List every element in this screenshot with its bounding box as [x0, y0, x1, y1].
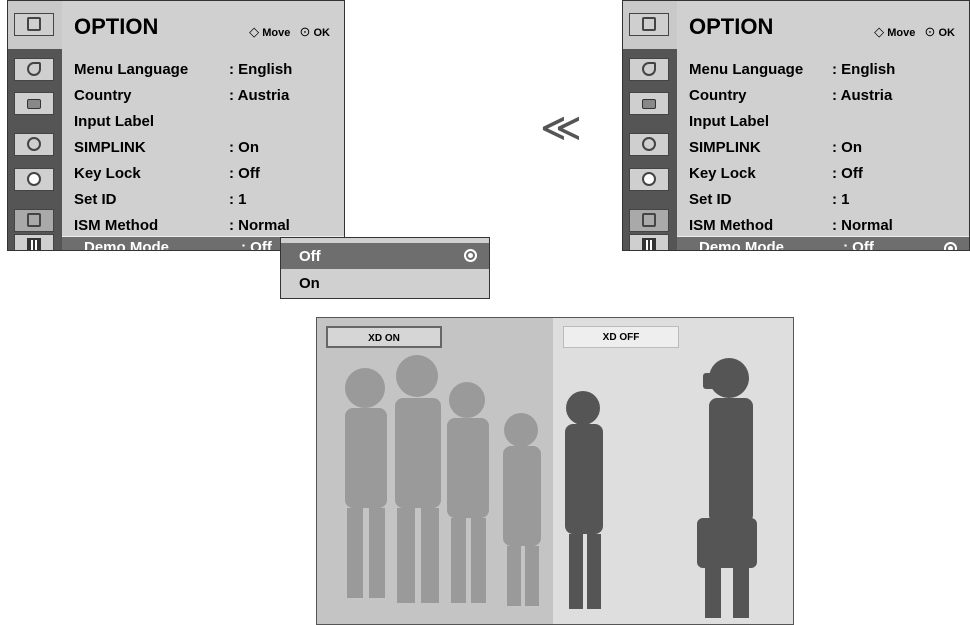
menu-header: OPTION ◇ Move ⊙ OK [62, 1, 344, 50]
menu-item-label: SIMPLINK [689, 139, 761, 156]
menu-item-menu-language[interactable]: Menu Language : English [62, 57, 344, 83]
xd-off-label: XD OFF [563, 326, 679, 348]
menu-item-value: : Normal [832, 217, 893, 234]
transition-arrow-icon: ≪ [540, 105, 582, 151]
satellite-icon[interactable] [629, 58, 669, 81]
ok-label: OK [938, 27, 956, 39]
menu-item-key-lock[interactable]: Key Lock : Off [62, 161, 344, 187]
menu-item-value: : Off [229, 165, 260, 182]
menu-item-key-lock[interactable]: Key Lock : Off [677, 161, 969, 187]
menu-item-label: Set ID [689, 191, 732, 208]
picture-icon[interactable] [629, 92, 669, 115]
satellite-icon[interactable] [14, 58, 54, 81]
audio-icon[interactable] [629, 133, 669, 156]
menu-item-input-label[interactable]: Input Label [62, 109, 344, 135]
menu-item-label: Set ID [74, 191, 117, 208]
menu-list: Menu Language: English Country: Austria … [62, 49, 344, 250]
menu-item-label: Country [689, 87, 747, 104]
menu-item-label: Menu Language [74, 61, 189, 78]
radio-selected-icon [464, 249, 477, 262]
popup-option-off[interactable]: Off [281, 243, 489, 269]
demo-screen: XD ON XD OFF [316, 317, 794, 625]
option-icon[interactable] [14, 209, 54, 232]
sidebar-header [8, 1, 62, 50]
menu-item-simplink[interactable]: SIMPLINK : On [677, 135, 969, 161]
menu-item-value: : 1 [832, 191, 850, 208]
menu-item-set-id[interactable]: Set ID : 1 [677, 187, 969, 213]
radio-selected-icon [944, 242, 957, 250]
clock-icon[interactable] [14, 168, 54, 191]
menu-header: OPTION ◇ Move ⊙ OK [677, 1, 969, 50]
menu-item-value: : Off [832, 165, 863, 182]
children-photo [345, 355, 757, 618]
option-icon[interactable] [629, 209, 669, 232]
menu-item-value: : Off [241, 239, 272, 251]
menu-item-value: : English [832, 61, 896, 78]
menu-item-value: : Normal [229, 217, 290, 234]
sidebar-header [623, 1, 677, 50]
option-header-icon [629, 13, 669, 36]
popup-option-label: Off [299, 248, 321, 265]
option-header-icon [14, 13, 54, 36]
demo-mode-popup: Off On [280, 237, 490, 299]
menu-item-label: SIMPLINK [74, 139, 146, 156]
menu-item-label: Key Lock [74, 165, 141, 182]
menu-item-value: : On [832, 139, 862, 156]
menu-item-value: : 1 [229, 191, 247, 208]
menu-item-value: : English [229, 61, 293, 78]
menu-item-label: Input Label [689, 113, 769, 130]
menu-item-menu-language[interactable]: Menu Language : English [677, 57, 969, 83]
menu-item-label: ISM Method [74, 217, 159, 234]
menu-item-country[interactable]: Country : Austria [677, 83, 969, 109]
menu-hint: ◇ Move ⊙ OK [874, 24, 955, 40]
menu-item-value: : Austria [832, 87, 893, 104]
menu-item-value: : Austria [229, 87, 290, 104]
move-label: Move [262, 27, 291, 39]
menu-item-input-label[interactable]: Input Label [677, 109, 969, 135]
ok-icon: ⊙ [924, 24, 936, 39]
menu-list: Menu Language: English Country: Austria … [677, 49, 969, 250]
menu-item-label: Input Label [74, 113, 154, 130]
move-icon: ◇ [249, 24, 260, 39]
menu-item-label: Demo Mode [699, 239, 785, 251]
move-icon: ◇ [874, 24, 885, 39]
option-menu-right: OPTION ◇ Move ⊙ OK Menu Language : Englis… [622, 0, 970, 251]
popup-option-on[interactable]: On [281, 270, 489, 296]
menu-title: OPTION [74, 14, 159, 39]
menu-item-label: Key Lock [689, 165, 756, 182]
menu-item-label: Country [74, 87, 132, 104]
menu-item-set-id[interactable]: Set ID : 1 [62, 187, 344, 213]
menu-sidebar [8, 1, 62, 250]
menu-title: OPTION [689, 14, 774, 39]
menu-item-simplink[interactable]: SIMPLINK : On [62, 135, 344, 161]
xd-on-label: XD ON [326, 326, 442, 348]
menu-item-value: : Off [843, 239, 874, 251]
film-icon[interactable] [629, 234, 669, 250]
ok-label: OK [313, 27, 331, 39]
menu-item-value: : On [229, 139, 259, 156]
menu-item-label: ISM Method [689, 217, 774, 234]
option-menu-left: OPTION ◇ Move ⊙ OK Menu Language : Englis… [7, 0, 345, 251]
picture-icon[interactable] [14, 92, 54, 115]
clock-icon[interactable] [629, 168, 669, 191]
menu-sidebar [623, 1, 677, 250]
popup-option-label: On [299, 275, 320, 292]
menu-item-label: Demo Mode [84, 239, 170, 251]
move-label: Move [887, 27, 916, 39]
menu-item-country[interactable]: Country : Austria [62, 83, 344, 109]
audio-icon[interactable] [14, 133, 54, 156]
menu-item-label: Menu Language [689, 61, 804, 78]
film-icon[interactable] [14, 234, 54, 250]
ok-icon: ⊙ [299, 24, 311, 39]
menu-item-demo-mode[interactable]: Demo Mode : Off [677, 236, 969, 251]
menu-hint: ◇ Move ⊙ OK [249, 24, 330, 40]
